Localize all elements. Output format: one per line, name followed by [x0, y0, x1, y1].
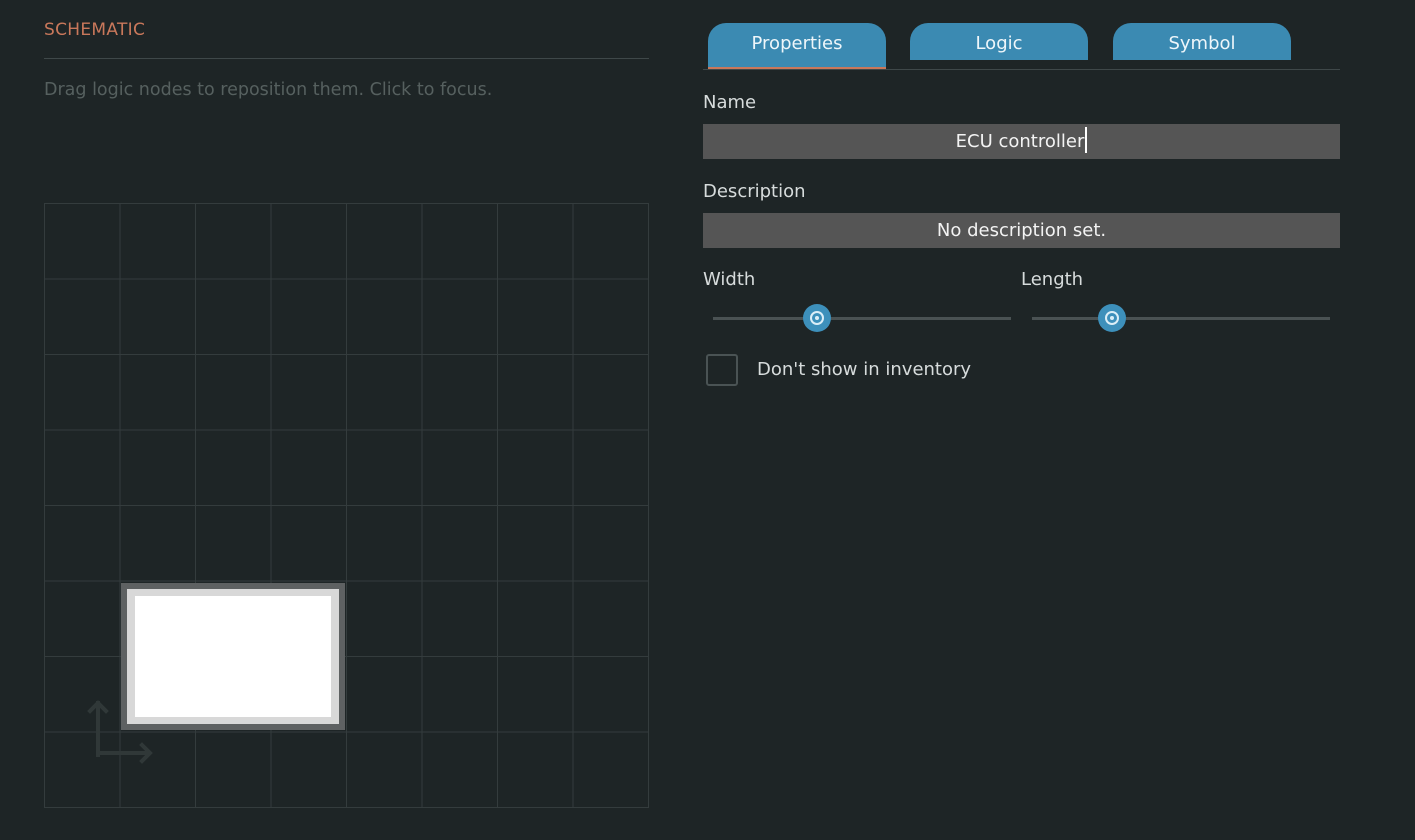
- length-slider-handle[interactable]: [1098, 304, 1127, 332]
- schematic-hint: Drag logic nodes to reposition them. Cli…: [44, 80, 493, 100]
- text-caret: [1085, 127, 1088, 153]
- width-slider-handle[interactable]: [803, 304, 832, 332]
- name-input-value: ECU controller: [955, 131, 1085, 152]
- width-slider-track[interactable]: [713, 317, 1011, 320]
- inventory-checkbox-label[interactable]: Don't show in inventory: [757, 359, 971, 380]
- tab-logic[interactable]: Logic: [910, 23, 1088, 60]
- axis-arrows-icon: [87, 700, 153, 764]
- length-slider-track[interactable]: [1032, 317, 1330, 320]
- logic-node-body: [135, 596, 331, 717]
- tab-symbol[interactable]: Symbol: [1113, 23, 1291, 60]
- description-input-value: No description set.: [936, 220, 1107, 241]
- description-label: Description: [703, 181, 806, 202]
- schematic-title: SCHEMATIC: [44, 20, 146, 40]
- schematic-divider: [44, 58, 649, 59]
- tabs-divider: [703, 69, 1340, 70]
- tab-properties[interactable]: Properties: [708, 23, 886, 69]
- name-input[interactable]: ECU controller: [703, 124, 1340, 159]
- name-label: Name: [703, 92, 757, 113]
- length-label: Length: [1021, 269, 1084, 290]
- width-label: Width: [703, 269, 756, 290]
- inventory-checkbox[interactable]: [706, 354, 738, 386]
- description-input[interactable]: No description set.: [703, 213, 1340, 248]
